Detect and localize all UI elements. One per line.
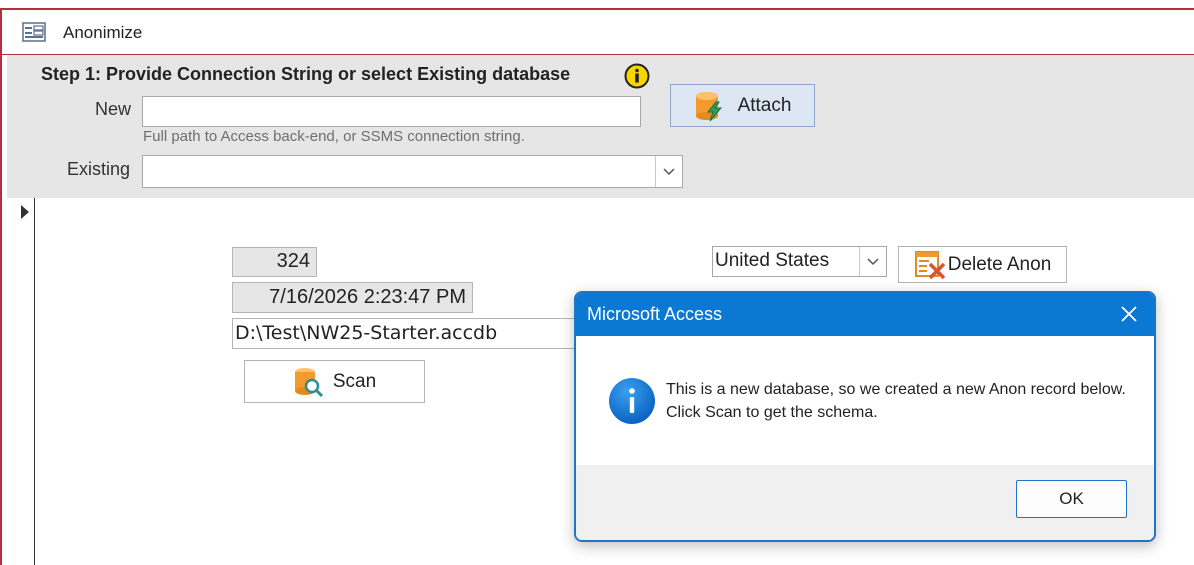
anon-timestamp-field[interactable]: 7/16/2026 2:23:47 PM [232,282,473,313]
form-icon [22,22,46,42]
dialog-message: This is a new database, so we created a … [666,381,1126,421]
delete-anon-button-label: Delete Anon [947,253,1052,275]
dialog-footer: OK [576,465,1154,540]
anon-id-field[interactable]: 324 [232,247,317,277]
ok-button[interactable]: OK [1016,480,1127,518]
country-combo[interactable]: United States [712,246,887,277]
close-icon[interactable] [1118,303,1140,325]
existing-label: Existing [67,159,131,179]
scan-button[interactable]: Scan [244,360,425,403]
existing-database-combo[interactable] [142,155,683,188]
form-title-bar: Anonimize [2,10,1194,55]
chevron-down-icon [663,167,675,175]
scan-database-icon [294,367,323,397]
dialog-body: This is a new database, so we created a … [576,336,1154,465]
form-header: Step 1: Provide Connection String or sel… [7,55,1194,198]
window-border-left [0,8,2,565]
attach-database-icon [695,91,722,121]
delete-anon-button[interactable]: Delete Anon [898,246,1067,283]
attach-button-label: Attach [737,94,792,116]
connection-hint: Full path to Access back-end, or SSMS co… [143,128,525,145]
ok-button-label: OK [1059,489,1084,508]
attach-button[interactable]: Attach [670,84,815,127]
dialog-title-bar: Microsoft Access [576,293,1154,336]
scan-button-label: Scan [332,370,377,392]
new-connection-input[interactable] [142,96,641,127]
dialog-title: Microsoft Access [587,304,723,324]
existing-dropdown-button[interactable] [655,156,682,187]
form-title: Anonimize [63,23,143,42]
message-dialog: Microsoft Access This is a new database,… [574,291,1156,542]
info-icon[interactable] [624,63,650,89]
step1-heading: Step 1: Provide Connection String or sel… [41,64,571,84]
information-icon [609,378,655,424]
record-selector-bar [34,198,35,565]
chevron-down-icon [867,257,879,265]
delete-record-icon [914,250,945,279]
country-value: United States [715,250,830,271]
country-dropdown-button[interactable] [859,247,886,276]
anon-path-field[interactable]: D:\Test\NW25-Starter.accdb [232,318,576,349]
record-selector-arrow-icon[interactable] [21,205,29,219]
new-label: New [95,99,132,119]
